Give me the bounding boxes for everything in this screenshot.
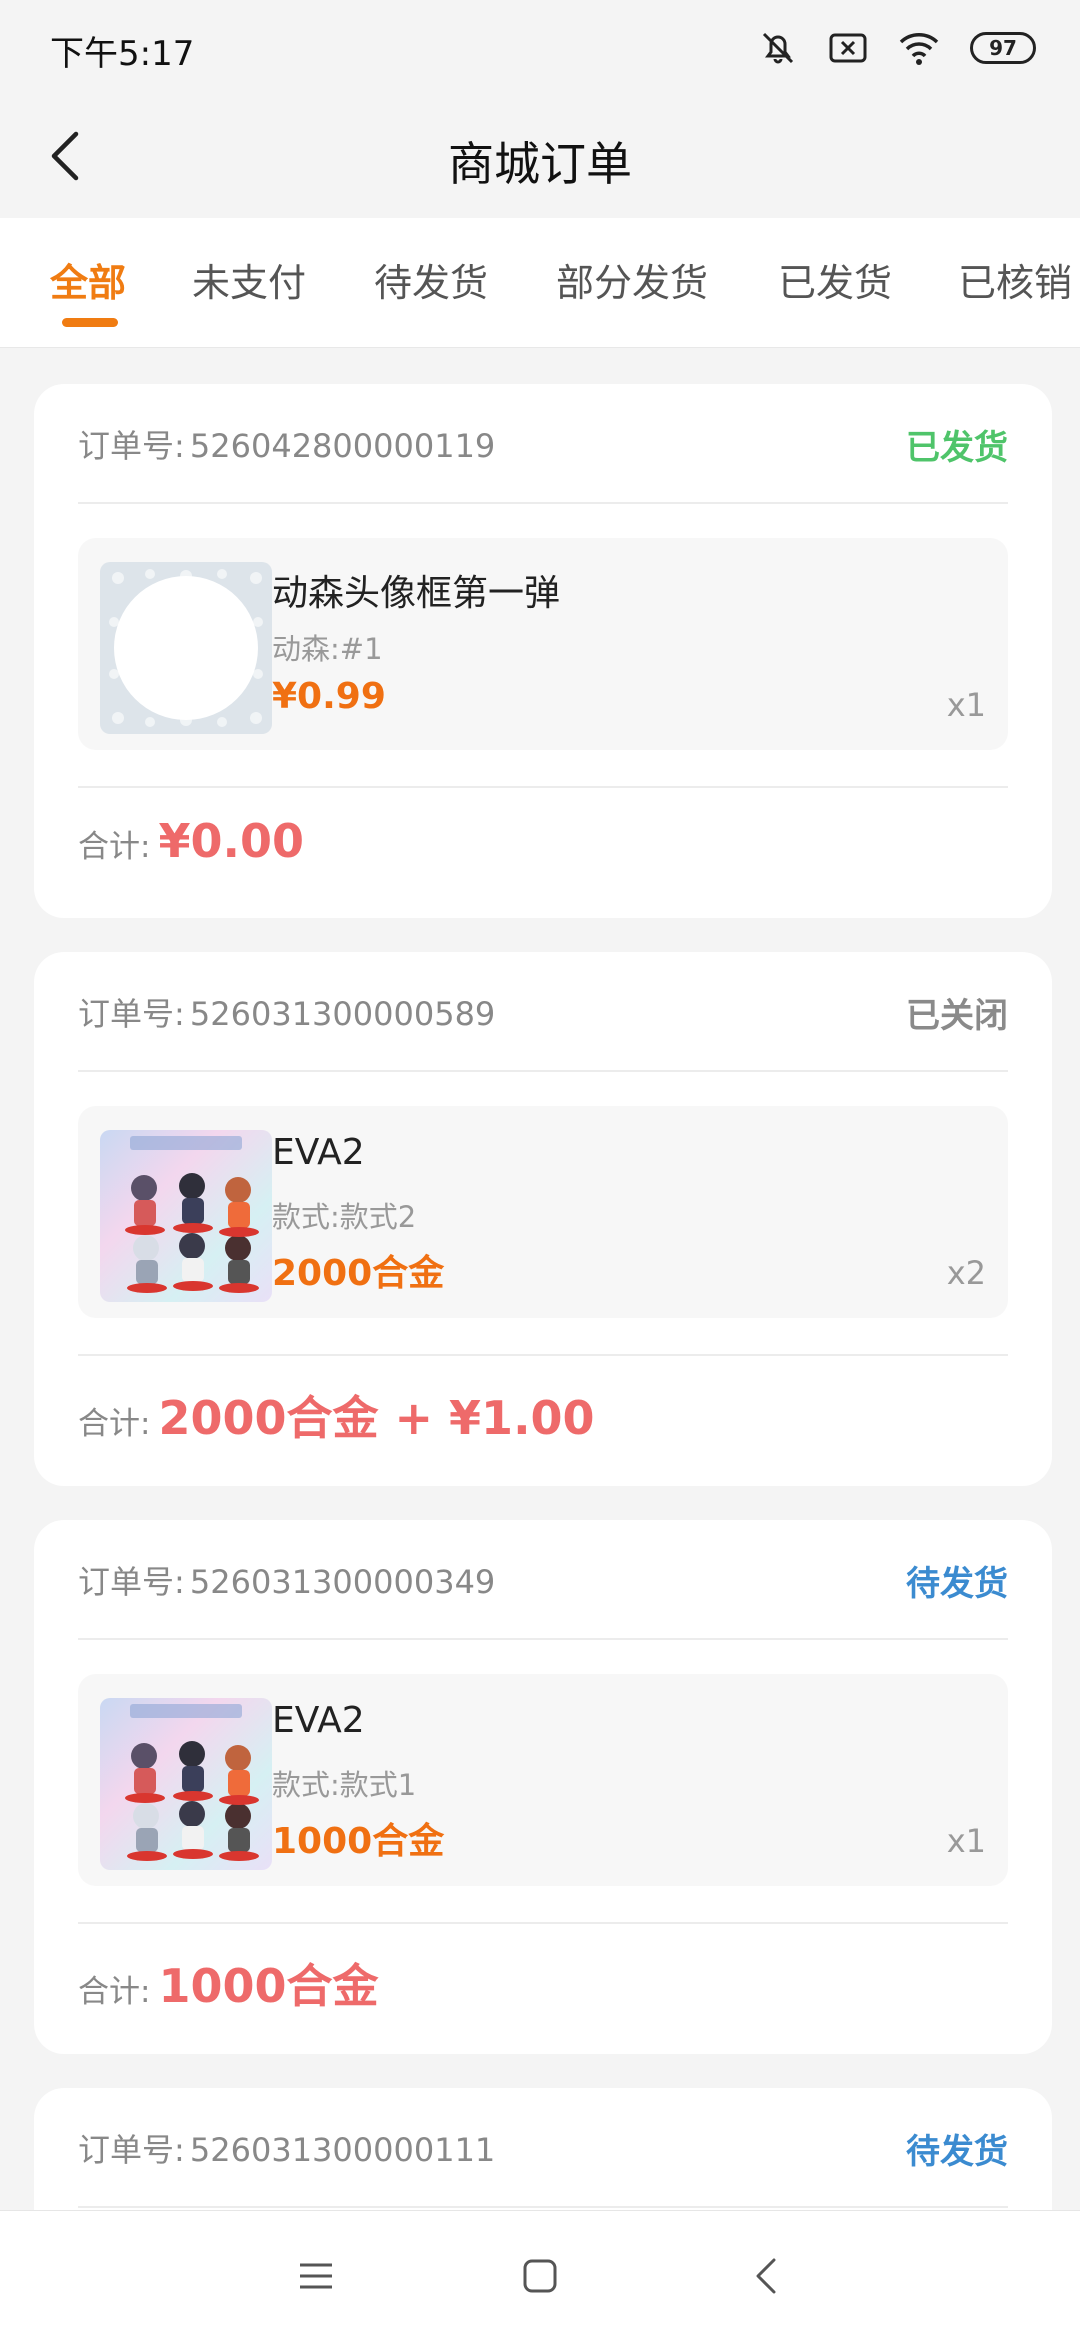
order-header: 订单号: 526042800000119 已发货 xyxy=(78,414,1008,474)
order-item[interactable]: 动森头像框第一弹 动森:#1 ¥0.99 x1 xyxy=(78,538,1008,750)
order-status-badge: 已发货 xyxy=(906,427,1008,468)
order-number: 526031300000589 xyxy=(189,995,496,1033)
home-square-icon xyxy=(523,2259,557,2293)
order-number-label: 订单号: xyxy=(78,427,185,465)
tab-pending-shipment[interactable]: 待发货 xyxy=(374,252,488,307)
order-number: 526031300000349 xyxy=(189,1563,496,1601)
order-item[interactable]: EVA2 款式:款式1 1000合金 x1 xyxy=(78,1674,1008,1886)
order-number: 526031300000111 xyxy=(189,2131,496,2169)
product-spec: 款式:款式2 xyxy=(272,1200,417,1234)
menu-icon xyxy=(300,2263,332,2289)
total-value: 1000合金 xyxy=(158,1959,379,2013)
status-time: 下午5:17 xyxy=(50,34,195,74)
tab-verified[interactable]: 已核销 xyxy=(958,252,1072,307)
order-total: 合计: 2000合金 + ¥1.00 xyxy=(78,1382,595,1448)
product-thumbnail xyxy=(100,1698,272,1870)
tab-unpaid[interactable]: 未支付 xyxy=(192,252,306,307)
total-label: 合计: xyxy=(78,1406,151,1442)
product-name: 动森头像框第一弹 xyxy=(272,573,561,614)
close-box-icon xyxy=(828,31,868,65)
order-total: 合计: 1000合金 xyxy=(78,1950,378,2016)
product-quantity: x2 xyxy=(946,1254,986,1292)
wifi-icon xyxy=(898,30,940,66)
order-number-label: 订单号: xyxy=(78,2131,185,2169)
divider xyxy=(78,1922,1008,1924)
order-status-tabs: 全部 未支付 待发货 部分发货 已发货 已核销 xyxy=(0,218,1080,348)
total-label: 合计: xyxy=(78,1974,151,2010)
product-price: ¥0.99 xyxy=(272,676,386,717)
total-label: 合计: xyxy=(78,829,151,865)
menu-button[interactable] xyxy=(286,2246,346,2306)
order-status-badge: 待发货 xyxy=(906,2131,1008,2172)
order-header: 订单号: 526031300000589 已关闭 xyxy=(78,982,1008,1042)
tab-shipped[interactable]: 已发货 xyxy=(778,252,892,307)
product-price: 2000合金 xyxy=(272,1253,445,1294)
order-item[interactable]: EVA2 款式:款式2 2000合金 x2 xyxy=(78,1106,1008,1318)
product-name: EVA2 xyxy=(272,1132,365,1173)
product-price: 1000合金 xyxy=(272,1821,445,1862)
order-card[interactable]: 订单号: 526031300000349 待发货 EVA2 款式:款式1 100… xyxy=(34,1520,1052,2054)
status-bar: 下午5:17 97 xyxy=(0,0,1080,96)
order-header: 订单号: 526031300000349 待发货 xyxy=(78,1550,1008,1610)
order-status-badge: 待发货 xyxy=(906,1563,1008,1604)
product-spec: 动森:#1 xyxy=(272,632,383,666)
divider xyxy=(78,786,1008,788)
system-back-button[interactable] xyxy=(736,2246,796,2306)
order-header: 订单号: 526031300000111 待发货 xyxy=(78,2118,1008,2178)
tab-all[interactable]: 全部 xyxy=(50,252,126,307)
tab-partially-shipped[interactable]: 部分发货 xyxy=(556,252,708,307)
tab-active-indicator xyxy=(62,318,118,327)
battery-icon: 97 xyxy=(970,32,1036,64)
order-number-label: 订单号: xyxy=(78,1563,185,1601)
bell-muted-icon xyxy=(758,28,798,68)
product-thumbnail xyxy=(100,562,272,734)
home-button[interactable] xyxy=(510,2246,570,2306)
order-status-badge: 已关闭 xyxy=(906,995,1008,1036)
divider xyxy=(78,502,1008,504)
product-thumbnail xyxy=(100,1130,272,1302)
system-nav-bar xyxy=(0,2210,1080,2340)
product-name: EVA2 xyxy=(272,1700,365,1741)
divider xyxy=(78,1070,1008,1072)
page-title: 商城订单 xyxy=(448,137,632,191)
order-total: 合计: ¥0.00 xyxy=(78,814,304,868)
status-icons: 97 xyxy=(758,28,1036,68)
product-quantity: x1 xyxy=(946,1822,986,1860)
order-card[interactable]: 订单号: 526042800000119 已发货 动森头像框第一弹 动森:#1 xyxy=(34,384,1052,918)
header: 商城订单 xyxy=(0,96,1080,218)
order-card[interactable]: 订单号: 526031300000589 已关闭 EVA2 款式:款式2 200… xyxy=(34,952,1052,1486)
product-quantity: x1 xyxy=(946,686,986,724)
divider xyxy=(78,2206,1008,2208)
back-triangle-icon xyxy=(756,2258,776,2294)
product-spec: 款式:款式1 xyxy=(272,1768,417,1802)
total-value: ¥0.00 xyxy=(158,814,304,868)
divider xyxy=(78,1638,1008,1640)
divider xyxy=(78,1354,1008,1356)
total-value: 2000合金 + ¥1.00 xyxy=(158,1391,595,1445)
order-number: 526042800000119 xyxy=(189,427,496,465)
order-number-label: 订单号: xyxy=(78,995,185,1033)
